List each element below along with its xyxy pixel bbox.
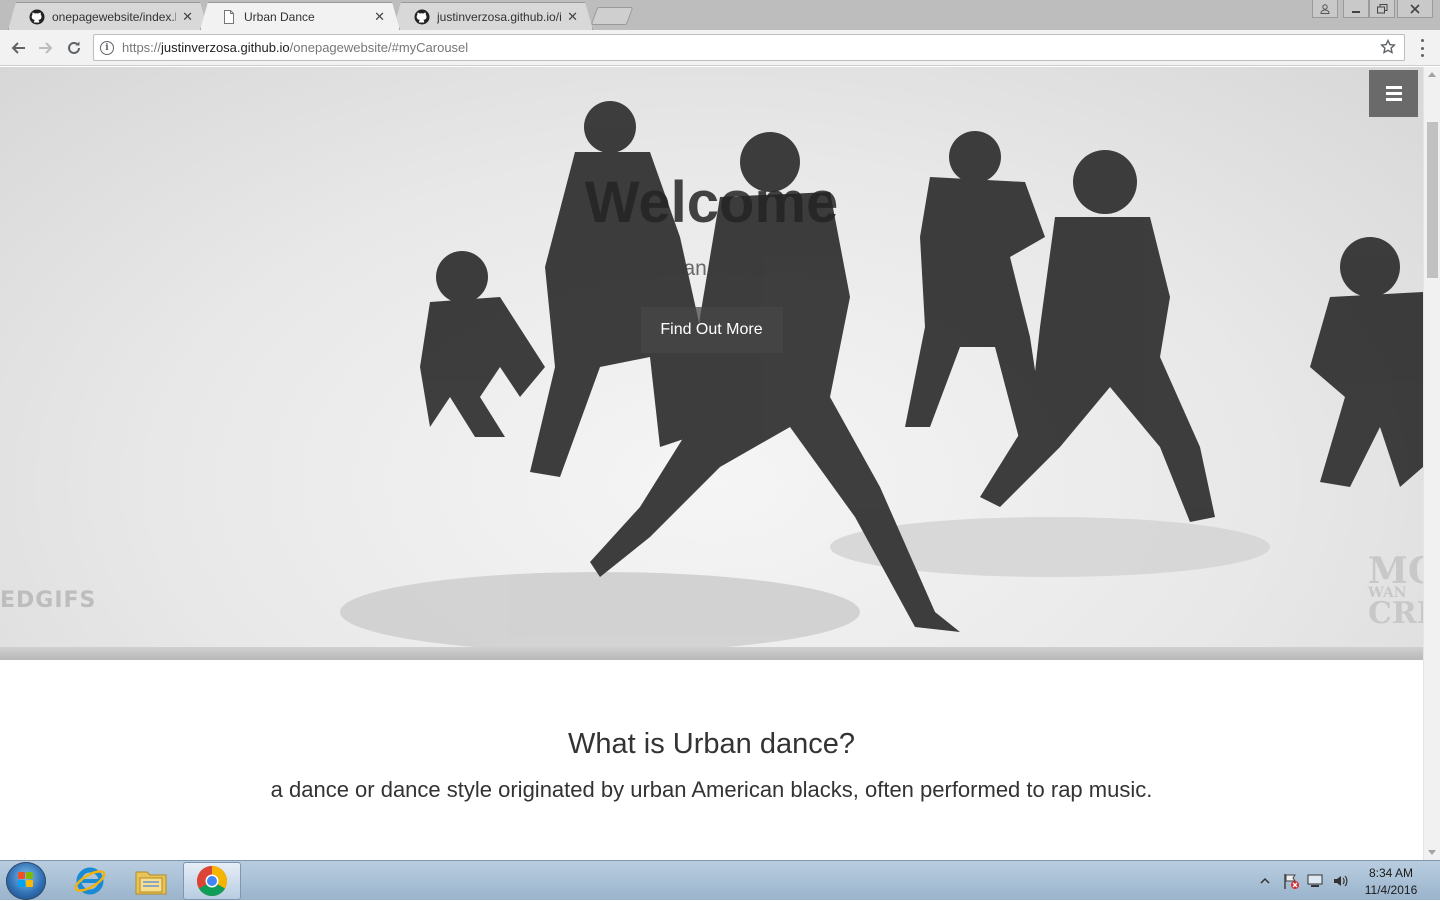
watermark-line: MO (1368, 550, 1423, 592)
tab-urban-dance[interactable]: Urban Dance ✕ (200, 2, 400, 30)
url-path: /onepagewebsite/#myCarousel (289, 40, 469, 55)
tab-onepagewebsite[interactable]: onepagewebsite/index.h ✕ (8, 2, 208, 30)
clock-time: 8:34 AM (1368, 866, 1414, 880)
show-hidden-icons-icon[interactable] (1258, 874, 1272, 888)
tab-title: justinverzosa.github.io/ir (437, 9, 562, 24)
network-icon[interactable] (1306, 872, 1324, 890)
github-icon (414, 9, 430, 25)
volume-icon[interactable] (1332, 872, 1350, 890)
tab-title: Urban Dance (244, 9, 315, 24)
system-tray (1258, 861, 1350, 901)
scroll-down-icon[interactable] (1428, 850, 1436, 855)
scrollbar-thumb[interactable] (1427, 122, 1438, 278)
about-text: a dance or dance style originated by urb… (270, 777, 1153, 802)
dancers-image (340, 101, 1423, 652)
restore-icon[interactable] (1369, 0, 1395, 18)
browser-toolbar: i https://justinverzosa.github.io/onepag… (0, 30, 1440, 66)
about-section: What is Urban dance? a dance or dance st… (0, 660, 1423, 860)
user-icon[interactable] (1312, 0, 1338, 18)
chrome-icon[interactable] (183, 862, 241, 900)
reload-icon[interactable] (64, 38, 84, 58)
info-icon[interactable]: i (100, 40, 114, 55)
hero-subtitle: Urban Dance (649, 257, 774, 280)
close-icon[interactable]: ✕ (374, 9, 385, 25)
forward-icon[interactable] (36, 38, 56, 58)
close-window-icon[interactable] (1397, 0, 1433, 18)
file-explorer-icon[interactable] (122, 862, 180, 900)
address-bar[interactable]: i https://justinverzosa.github.io/onepag… (93, 34, 1405, 61)
hero-carousel: EDGIFS MO WAN CRE Welcome Urban Dance Fi… (0, 67, 1423, 660)
tab-strip: onepagewebsite/index.h ✕ Urban Dance ✕ j… (0, 0, 1440, 30)
nav-menu-toggle-icon[interactable] (1369, 70, 1418, 117)
watermark-left: EDGIFS (0, 588, 97, 613)
close-icon[interactable]: ✕ (182, 9, 193, 25)
hero-floor (0, 647, 1423, 660)
url-host: justinverzosa.github.io (161, 40, 290, 55)
clock-date: 11/4/2016 (1364, 883, 1418, 897)
minimize-icon[interactable] (1343, 0, 1369, 18)
browser-menu-icon[interactable] (1416, 39, 1428, 57)
hero-caption: Welcome Urban Dance Find Out More (0, 167, 1423, 353)
github-icon (29, 9, 45, 25)
hero-title: Welcome (584, 170, 839, 235)
url-text[interactable]: https://justinverzosa.github.io/onepagew… (122, 40, 468, 55)
tab-justinverzosa[interactable]: justinverzosa.github.io/ir ✕ (393, 2, 593, 30)
page-icon (221, 9, 237, 25)
url-scheme: https:// (122, 40, 162, 55)
windows-taskbar: 8:34 AM 11/4/2016 (0, 860, 1440, 900)
back-icon[interactable] (8, 38, 28, 58)
action-center-flag-icon[interactable] (1282, 872, 1300, 890)
bookmark-star-icon[interactable] (1380, 39, 1396, 55)
tab-title: onepagewebsite/index.h (52, 9, 177, 24)
windows-logo-icon (18, 872, 34, 888)
about-heading: What is Urban dance? (568, 728, 855, 760)
internet-explorer-icon[interactable] (61, 862, 119, 900)
watermark-line: CRE (1368, 595, 1423, 631)
scroll-up-icon[interactable] (1428, 72, 1436, 77)
start-button[interactable] (6, 862, 46, 900)
close-icon[interactable]: ✕ (567, 9, 578, 25)
page-viewport: EDGIFS MO WAN CRE Welcome Urban Dance Fi… (0, 67, 1423, 860)
taskbar-clock[interactable]: 8:34 AM 11/4/2016 (1352, 865, 1430, 899)
new-tab-button[interactable] (590, 7, 634, 25)
watermark-right: MO WAN CRE (1368, 550, 1423, 631)
find-out-more-button[interactable]: Find Out More (640, 307, 783, 353)
page-scrollbar[interactable] (1423, 67, 1440, 860)
